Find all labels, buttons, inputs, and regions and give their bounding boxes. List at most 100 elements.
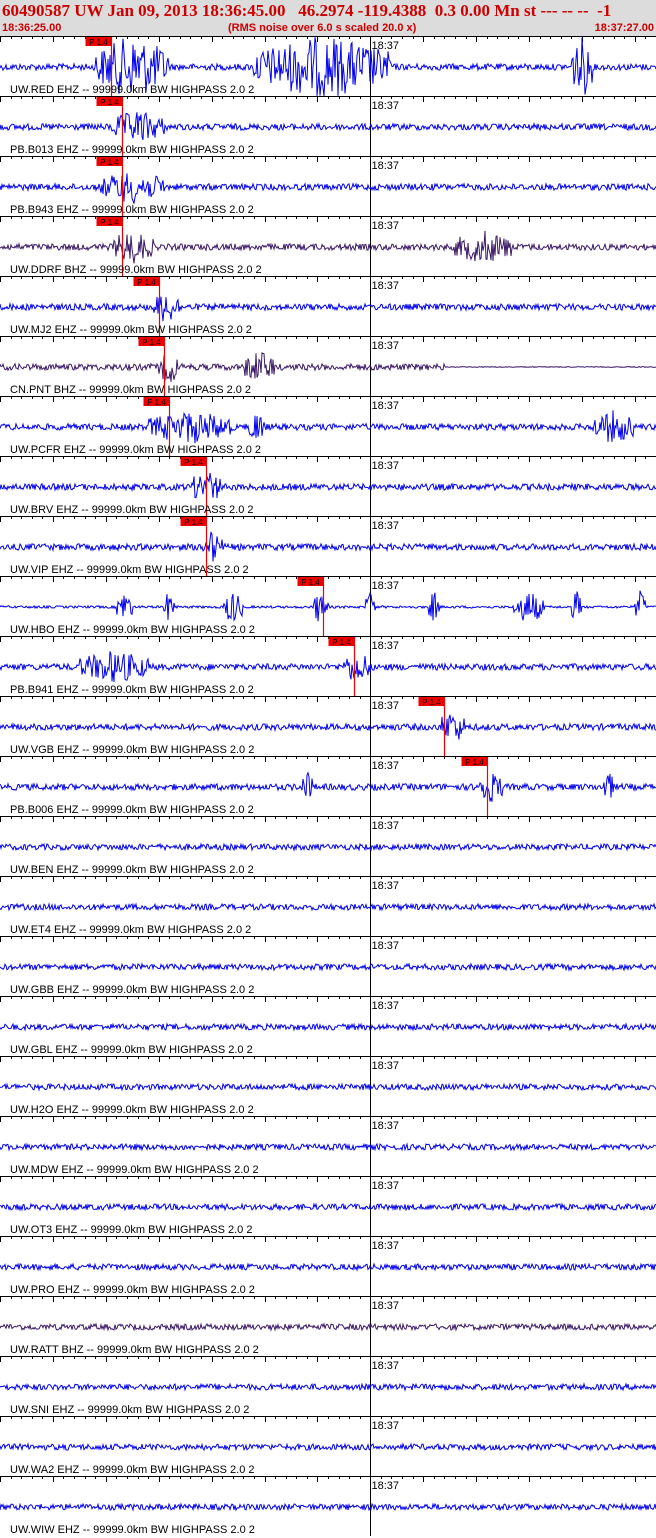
waveform: [0, 590, 656, 622]
pick-label: P 1.4: [184, 518, 203, 527]
trace-row: 18:37 P 1.4 UW.PCFR EHZ -- 99999.0km BW HI…: [0, 396, 656, 456]
minute-label: 18:37: [372, 1060, 400, 1072]
station-label: UW.H2O EHZ -- 99999.0km BW HIGHPASS 2.0 …: [10, 1104, 254, 1116]
station-label: UW.DDRF BHZ -- 99999.0km BW HIGHPASS 2.0…: [10, 264, 262, 276]
pick-label: P 1.4: [422, 698, 441, 707]
waveform: [0, 771, 656, 802]
trace-row: 18:37 UW.GBB EHZ -- 99999.0km BW HIGHPASS…: [0, 936, 656, 996]
trace-row: 18:37 P 1.4 UW.VIP EHZ -- 99999.0km BW HIG…: [0, 516, 656, 576]
trace-row: 18:37 UW.ET4 EHZ -- 99999.0km BW HIGHPASS…: [0, 876, 656, 936]
event-title: 60490587 UW Jan 09, 2013 18:36:45.00 46.…: [2, 1, 612, 20]
pick-label: P 1.4: [147, 398, 166, 407]
trace-row: 18:37 UW.RATT BHZ -- 99999.0km BW HIGHPAS…: [0, 1296, 656, 1356]
minute-label: 18:37: [372, 1000, 400, 1012]
minute-label: 18:37: [372, 1300, 400, 1312]
minute-label: 18:37: [372, 1420, 400, 1432]
waveform: [0, 1262, 656, 1272]
station-label: UW.WIW EHZ -- 99999.0km BW HIGHPASS 2.0 …: [10, 1524, 255, 1536]
station-label: PB.B943 EHZ -- 99999.0km BW HIGHPASS 2.0…: [10, 204, 254, 216]
minute-label: 18:37: [372, 1120, 400, 1132]
minute-label: 18:37: [372, 400, 400, 412]
waveform: [0, 1142, 656, 1152]
station-label: UW.OT3 EHZ -- 99999.0km BW HIGHPASS 2.0 …: [10, 1224, 252, 1236]
trace-row: 18:37 P 1.4 UW.MJ2 EHZ -- 99999.0km BW HIG…: [0, 276, 656, 336]
minute-label: 18:37: [372, 880, 400, 892]
trace-row: 18:37 UW.BEN EHZ -- 99999.0km BW HIGHPASS…: [0, 816, 656, 876]
station-label: UW.WA2 EHZ -- 99999.0km BW HIGHPASS 2.0 …: [10, 1464, 255, 1476]
minute-label: 18:37: [372, 160, 400, 172]
trace-row: 18:37 UW.H2O EHZ -- 99999.0km BW HIGHPASS…: [0, 1056, 656, 1116]
station-label: UW.MDW EHZ -- 99999.0km BW HIGHPASS 2.0 …: [10, 1164, 259, 1176]
minute-label: 18:37: [372, 340, 400, 352]
pick-label: P 1.4: [465, 758, 484, 767]
station-label: UW.BRV EHZ -- 99999.0km BW HIGHPASS 2.0 …: [10, 504, 254, 516]
waveform: [0, 112, 656, 140]
minute-label: 18:37: [372, 1180, 400, 1192]
minute-label: 18:37: [372, 100, 400, 112]
waveform: [0, 472, 656, 499]
station-label: UW.HBO EHZ -- 99999.0km BW HIGHPASS 2.0 …: [10, 624, 255, 636]
trace-row: 18:37 UW.MDW EHZ -- 99999.0km BW HIGHPASS…: [0, 1116, 656, 1176]
pick-label: P 1.4: [301, 578, 320, 587]
waveform: [0, 1022, 656, 1032]
trace-row: 18:37 P 1.4 UW.HBO EHZ -- 99999.0km BW HIG…: [0, 576, 656, 636]
minute-label: 18:37: [372, 700, 400, 712]
pick-label: P 1.4: [100, 158, 119, 167]
waveform: [0, 1082, 656, 1092]
trace-row: 18:37 P 1.4 UW.VGB EHZ -- 99999.0km BW HIG…: [0, 696, 656, 756]
waveform: [0, 531, 656, 562]
trace-row: 18:37 UW.WIW EHZ -- 99999.0km BW HIGHPASS…: [0, 1476, 656, 1536]
waveform: [0, 296, 656, 322]
minute-label: 18:37: [372, 220, 400, 232]
trace-row: 18:37 P 1.4 UW.DDRF BHZ -- 99999.0km BW HI…: [0, 216, 656, 276]
trace-row: 18:37 P 1.4 UW.BRV EHZ -- 99999.0km BW HIG…: [0, 456, 656, 516]
trace-row: 18:37 P 1.4 CN.PNT BHZ -- 99999.0km BW HIG…: [0, 336, 656, 396]
trace-row: 18:37 P 1.4 PB.B941 EHZ -- 99999.0km BW HI…: [0, 636, 656, 696]
station-label: UW.ET4 EHZ -- 99999.0km BW HIGHPASS 2.0 …: [10, 924, 251, 936]
pick-label: P 1.4: [89, 38, 108, 47]
station-label: UW.VGB EHZ -- 99999.0km BW HIGHPASS 2.0 …: [10, 744, 254, 756]
station-label: UW.BEN EHZ -- 99999.0km BW HIGHPASS 2.0 …: [10, 864, 254, 876]
station-label: PB.B013 EHZ -- 99999.0km BW HIGHPASS 2.0…: [10, 144, 254, 156]
header-bar: 60490587 UW Jan 09, 2013 18:36:45.00 46.…: [0, 0, 656, 36]
pick-label: P 1.4: [142, 338, 161, 347]
trace-row: 18:37 UW.PRO EHZ -- 99999.0km BW HIGHPASS…: [0, 1236, 656, 1296]
seismogram-plot: 18:37 P 1.4 UW.RED EHZ -- 99999.0km BW HIG…: [0, 36, 656, 1536]
minute-label: 18:37: [372, 760, 400, 772]
minute-label: 18:37: [372, 940, 400, 952]
waveform: [0, 1442, 656, 1452]
station-label: UW.RED EHZ -- 99999.0km BW HIGHPASS 2.0 …: [10, 84, 254, 96]
pick-label: P 1.4: [100, 218, 119, 227]
waveform: [0, 173, 656, 204]
noise-note: (RMS noise over 6.0 s scaled 20.0 x): [228, 22, 417, 34]
end-time: 18:37:27.00: [594, 22, 654, 34]
station-label: UW.RATT BHZ -- 99999.0km BW HIGHPASS 2.0…: [10, 1344, 259, 1356]
trace-row: 18:37 UW.SNI EHZ -- 99999.0km BW HIGHPASS…: [0, 1356, 656, 1416]
station-label: UW.GBB EHZ -- 99999.0km BW HIGHPASS 2.0 …: [10, 984, 254, 996]
pick-label: P 1.4: [184, 458, 203, 467]
minute-label: 18:37: [372, 520, 400, 532]
pick-label: P 1.4: [137, 278, 156, 287]
waveform: [0, 410, 656, 444]
trace-row: 18:37 UW.OT3 EHZ -- 99999.0km BW HIGHPASS…: [0, 1176, 656, 1236]
station-label: UW.PRO EHZ -- 99999.0km BW HIGHPASS 2.0 …: [10, 1284, 255, 1296]
minute-label: 18:37: [372, 460, 400, 472]
minute-label: 18:37: [372, 640, 400, 652]
station-label: PB.B006 EHZ -- 99999.0km BW HIGHPASS 2.0…: [10, 804, 254, 816]
minute-label: 18:37: [372, 1240, 400, 1252]
minute-label: 18:37: [372, 280, 400, 292]
trace-row: 18:37 UW.WA2 EHZ -- 99999.0km BW HIGHPASS…: [0, 1416, 656, 1476]
trace-row: 18:37 UW.GBL EHZ -- 99999.0km BW HIGHPASS…: [0, 996, 656, 1056]
pick-label: P 1.4: [332, 638, 351, 647]
waveform: [0, 962, 656, 972]
waveform: [0, 1382, 656, 1392]
trace-row: 18:37 P 1.4 PB.B013 EHZ -- 99999.0km BW HI…: [0, 96, 656, 156]
waveform: [0, 1502, 656, 1512]
minute-label: 18:37: [372, 820, 400, 832]
waveform: [0, 714, 656, 740]
waveform: [0, 352, 656, 382]
station-label: UW.MJ2 EHZ -- 99999.0km BW HIGHPASS 2.0 …: [10, 324, 252, 336]
station-label: UW.PCFR EHZ -- 99999.0km BW HIGHPASS 2.0…: [10, 444, 261, 456]
start-time: 18:36:25.00: [2, 22, 62, 34]
waveform: [0, 1322, 656, 1332]
